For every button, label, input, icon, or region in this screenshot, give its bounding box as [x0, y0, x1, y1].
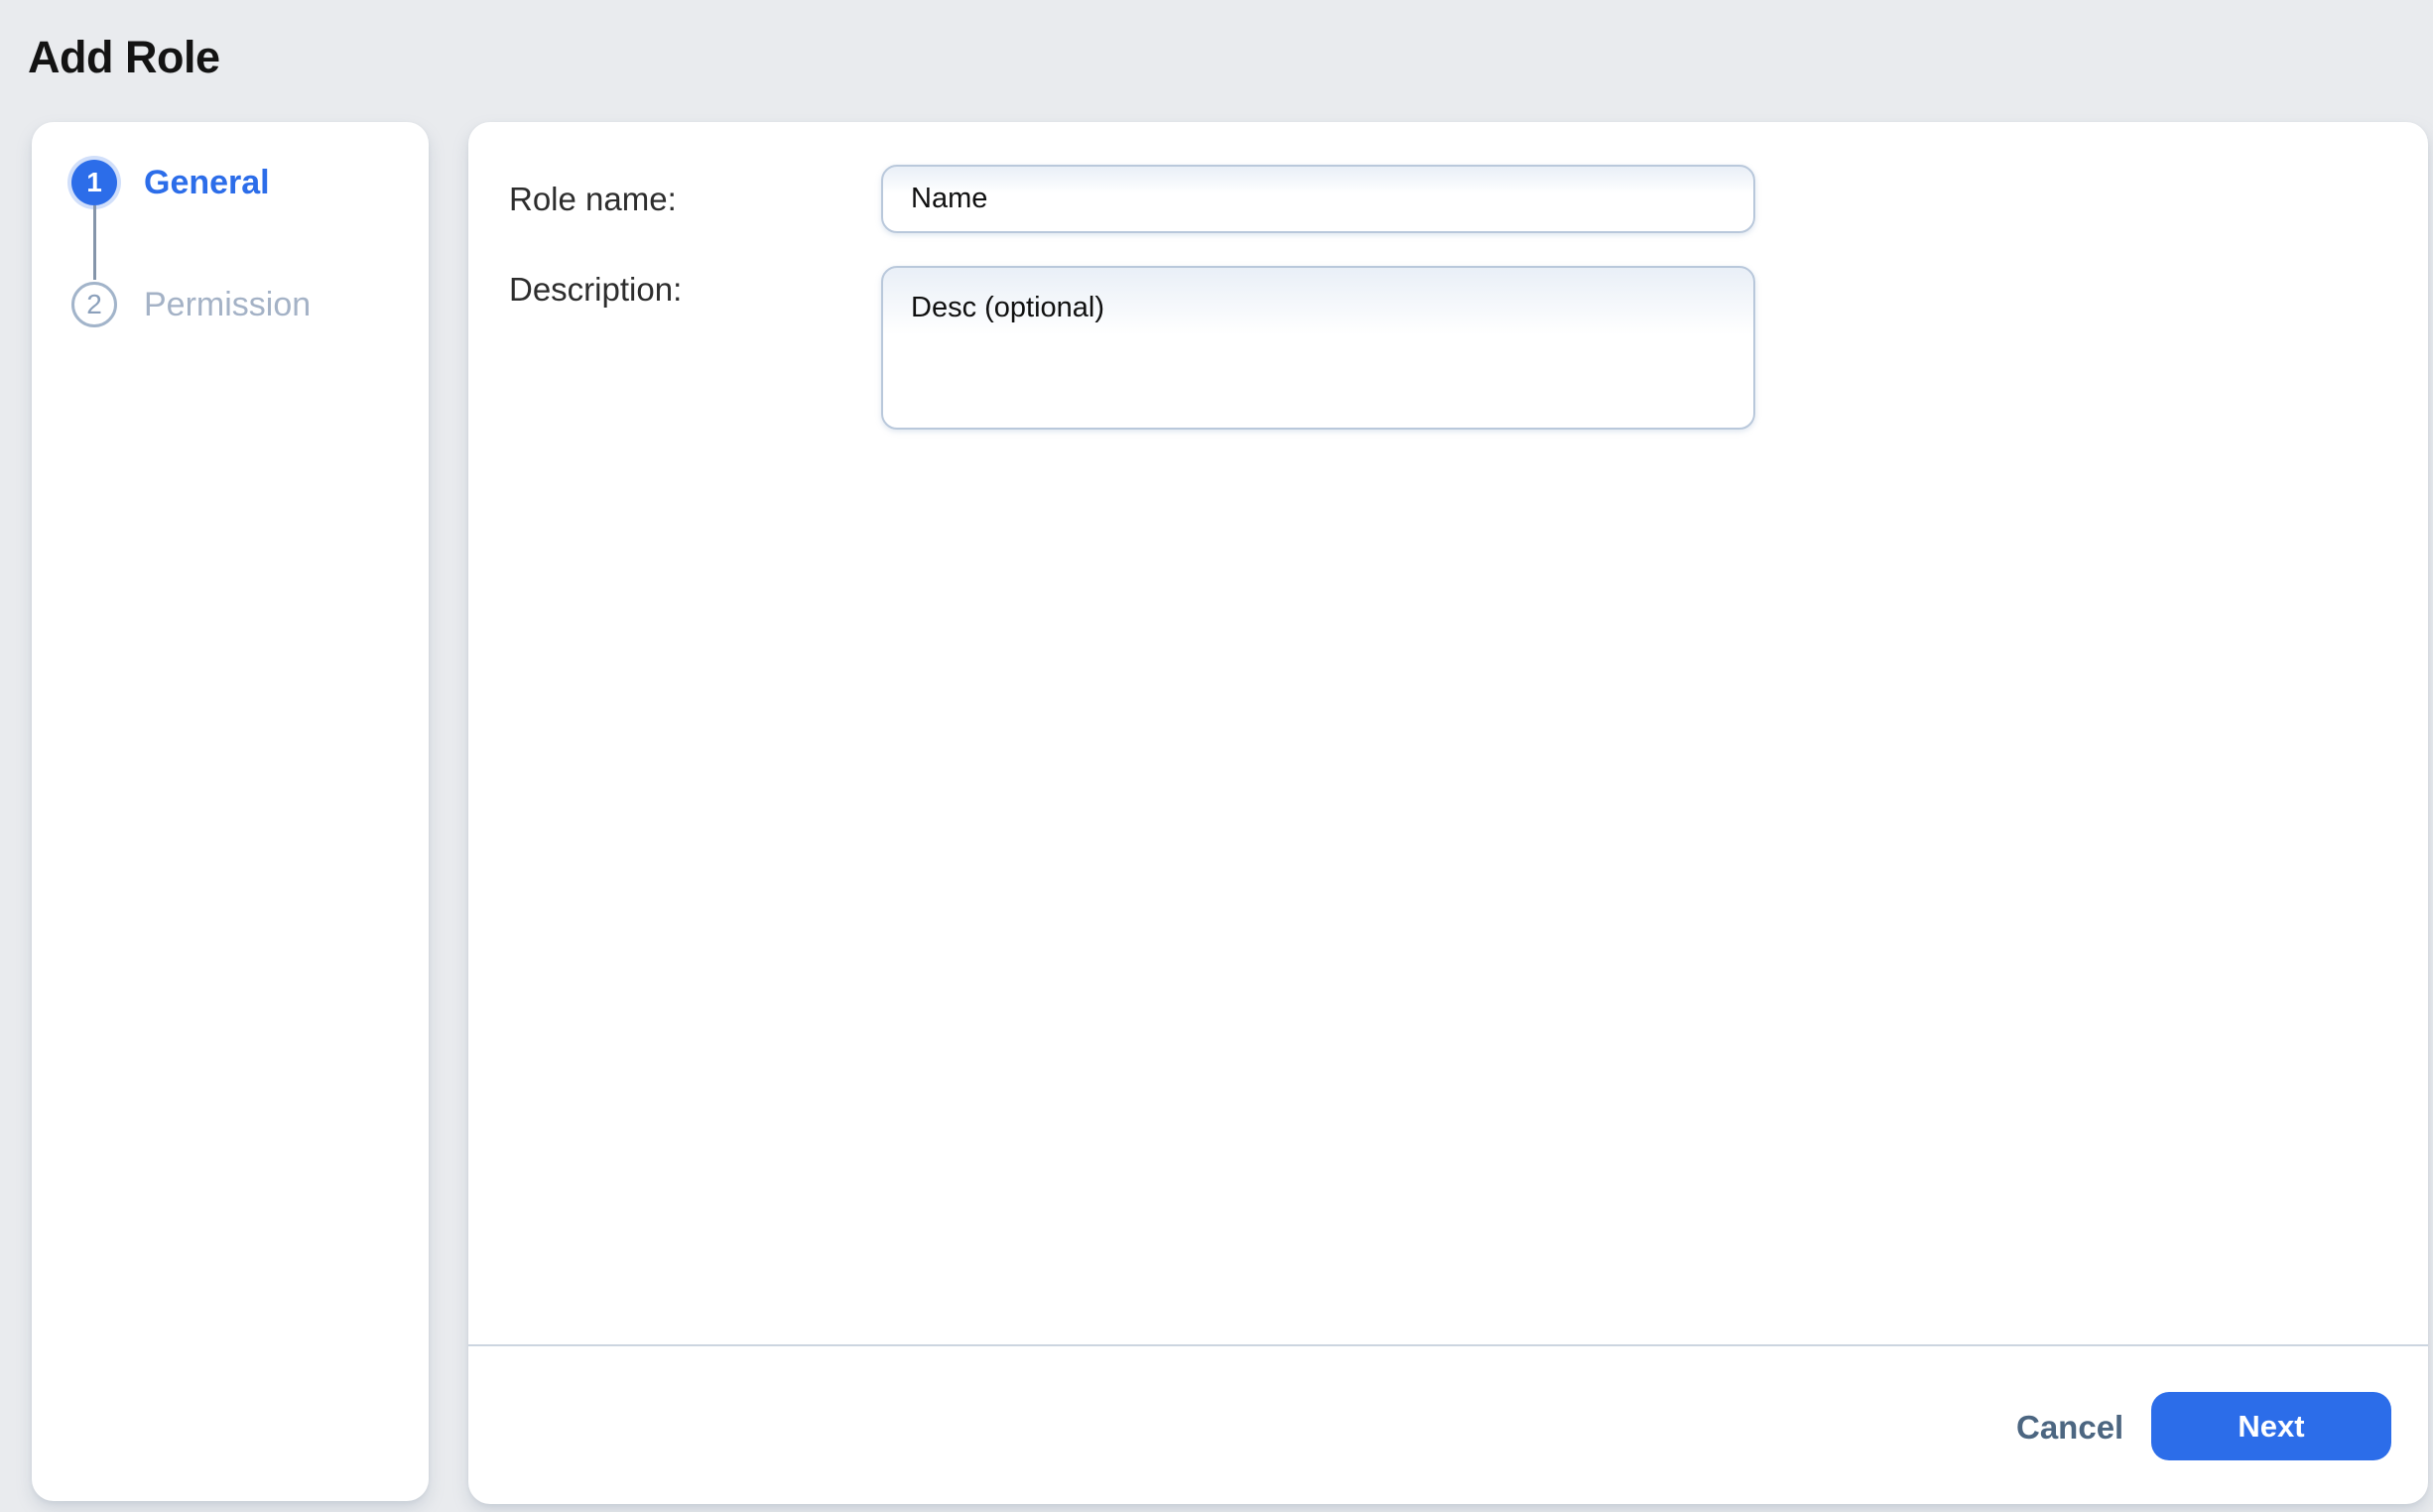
footer-divider	[468, 1344, 2428, 1346]
cancel-button[interactable]: Cancel	[1996, 1402, 2143, 1453]
stepper-sidebar: 1 General 2 Permission	[32, 122, 429, 1501]
add-role-page: Add Role 1 General 2 Permission Role nam…	[0, 0, 2433, 1512]
step-item-permission[interactable]: 2 Permission	[71, 282, 311, 327]
step-2-circle[interactable]: 2	[71, 282, 117, 327]
next-button[interactable]: Next	[2151, 1392, 2391, 1460]
step-item-general[interactable]: 1 General	[71, 160, 270, 205]
page-title: Add Role	[28, 32, 220, 83]
role-name-input[interactable]	[881, 165, 1755, 233]
step-1-label: General	[144, 164, 270, 202]
role-name-label: Role name:	[509, 165, 677, 233]
step-1-circle[interactable]: 1	[71, 160, 117, 205]
step-2-label: Permission	[144, 286, 311, 324]
step-connector-line	[93, 205, 96, 280]
general-form-card: Role name: Description: Desc (optional) …	[468, 122, 2428, 1504]
description-textarea[interactable]: Desc (optional)	[881, 266, 1755, 430]
description-label: Description:	[509, 266, 682, 314]
